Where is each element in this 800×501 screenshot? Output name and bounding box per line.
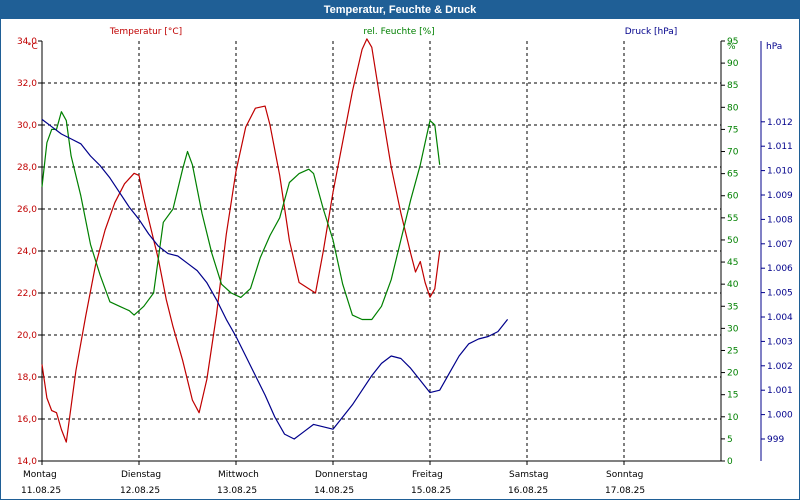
chart-frame: Temperatur, Feuchte & Druck 14,0 16,0 18,0…	[0, 0, 800, 500]
humidity-tick-label: 30	[727, 324, 739, 334]
pressure-tick-label: 1.002	[767, 362, 793, 372]
pressure-tick-label: 1.003	[767, 337, 793, 347]
pressure-tick-label: 1.011	[767, 142, 793, 152]
temp-tick-label: 18,0	[17, 373, 37, 383]
pressure-tick-label: 1.007	[767, 240, 793, 250]
humidity-tick-label: 80	[727, 103, 739, 113]
x-tick-label-date: 14.08.25	[314, 486, 354, 496]
humidity-tick-label: 20	[727, 369, 739, 379]
pressure-axis-title: Druck [hPa]	[625, 27, 678, 37]
pressure-tick-label: 1.005	[767, 289, 793, 299]
temp-tick-label: 20,0	[17, 331, 37, 341]
humidity-tick-label: 40	[727, 280, 739, 290]
pressure-tick-label: 1.000	[767, 411, 793, 421]
line-chart: 14,0 16,0 18,0 20,0 22,0 24,0 26,0 28,0 30,0 32,0…	[17, 27, 793, 496]
x-tick-label-date: 13.08.25	[217, 486, 257, 496]
x-tick-label-date: 12.08.25	[120, 486, 160, 496]
humidity-tick-label: 50	[727, 236, 739, 246]
humidity-tick-label: 25	[727, 346, 738, 356]
pressure-tick-label: 1.012	[767, 118, 793, 128]
x-tick-label-day: Sonntag	[606, 470, 643, 480]
x-tick-label-date: 17.08.25	[605, 486, 645, 496]
humidity-tick-label: 90	[727, 59, 739, 69]
x-tick-label-date: 11.08.25	[21, 486, 61, 496]
temperature-series-line	[41, 38, 441, 443]
pressure-tick-label: 1.010	[767, 167, 793, 177]
x-tick-label-day: Mittwoch	[218, 470, 259, 480]
temp-tick-label: 22,0	[17, 289, 37, 299]
pressure-tick-label: 1.008	[767, 215, 793, 225]
humidity-tick-label: 5	[727, 435, 733, 445]
temp-unit-label: °C	[27, 42, 38, 52]
pressure-tick-label: 1.004	[767, 313, 793, 323]
temp-tick-label: 30,0	[17, 121, 37, 131]
humidity-series-line	[41, 111, 441, 321]
humidity-tick-label: 75	[727, 125, 738, 135]
humidity-tick-label: 65	[727, 170, 738, 180]
humidity-tick-label: 55	[727, 214, 738, 224]
temp-tick-label: 16,0	[17, 415, 37, 425]
pressure-tick-label: 999	[767, 435, 784, 445]
x-tick-label-day: Freitag	[412, 470, 443, 480]
temp-tick-label: 14,0	[17, 457, 37, 467]
temp-tick-label: 26,0	[17, 205, 37, 215]
temp-axis-title: Temperatur [°C]	[109, 27, 182, 37]
pressure-tick-label: 1.006	[767, 264, 793, 274]
x-tick-label-date: 15.08.25	[411, 486, 451, 496]
pressure-unit-label: hPa	[766, 42, 782, 52]
x-tick-label-day: Samstag	[509, 470, 548, 480]
humidity-axis-title: rel. Feuchte [%]	[363, 27, 434, 37]
humidity-tick-label: 10	[727, 413, 739, 423]
humidity-tick-label: 0	[727, 457, 733, 467]
pressure-series-line	[41, 118, 509, 440]
pressure-tick-label: 1.009	[767, 191, 793, 201]
temp-tick-label: 28,0	[17, 163, 37, 173]
humidity-tick-label: 85	[727, 81, 738, 91]
x-tick-label-day: Montag	[23, 470, 57, 480]
pressure-tick-label: 1.001	[767, 386, 793, 396]
humidity-tick-label: 45	[727, 258, 738, 268]
humidity-unit-label: %	[727, 42, 736, 52]
humidity-tick-label: 70	[727, 148, 739, 158]
humidity-tick-label: 35	[727, 302, 738, 312]
humidity-tick-label: 15	[727, 391, 738, 401]
temp-tick-label: 24,0	[17, 247, 37, 257]
x-tick-label-day: Dienstag	[121, 470, 161, 480]
temp-tick-label: 32,0	[17, 79, 37, 89]
humidity-tick-label: 60	[727, 192, 739, 202]
x-tick-label-date: 16.08.25	[508, 486, 548, 496]
x-tick-label-day: Donnerstag	[315, 470, 368, 480]
